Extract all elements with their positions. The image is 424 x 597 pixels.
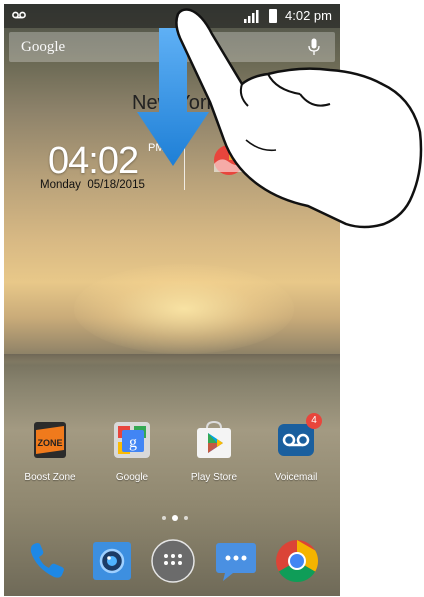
pointing-hand-icon xyxy=(175,8,423,229)
app-voicemail[interactable]: 4 Voicemail xyxy=(256,413,336,483)
search-label: Google xyxy=(21,39,66,55)
messaging-icon[interactable] xyxy=(213,538,259,584)
camera-icon[interactable] xyxy=(89,538,135,584)
app-google-folder[interactable]: g Google xyxy=(92,420,172,483)
play-store-icon xyxy=(194,420,234,460)
app-label: Play Store xyxy=(190,472,238,483)
app-label: Voicemail xyxy=(274,472,318,483)
app-label: Google xyxy=(115,472,149,483)
page-indicator xyxy=(156,514,196,522)
app-drawer-icon[interactable] xyxy=(150,538,196,584)
clock-time[interactable]: 04:02 xyxy=(48,140,139,183)
clock-day: Monday xyxy=(40,179,81,191)
app-label: Boost Zone xyxy=(24,472,76,483)
chrome-icon[interactable] xyxy=(274,538,320,584)
boost-tile-text: ZONE xyxy=(37,438,62,448)
clock-date: Monday 05/18/2015 xyxy=(40,179,145,191)
notification-badge: 4 xyxy=(306,413,322,429)
wallpaper-sun-glow xyxy=(74,264,294,354)
google-folder-icon: g xyxy=(112,420,152,460)
app-boost-zone[interactable]: ZONE Boost Zone xyxy=(10,420,90,483)
page-dot xyxy=(184,516,188,520)
clock-date-value: 05/18/2015 xyxy=(87,179,145,191)
dock xyxy=(4,532,340,596)
page-dot-active xyxy=(172,515,178,521)
phone-icon[interactable] xyxy=(24,538,70,584)
google-tile-text: g xyxy=(129,434,137,451)
page-dot xyxy=(162,516,166,520)
app-play-store[interactable]: Play Store xyxy=(174,420,254,483)
wallpaper-horizon xyxy=(4,354,340,362)
boost-zone-icon: ZONE xyxy=(30,420,70,460)
voicemail-icon: 4 xyxy=(276,413,322,460)
voicemail-status-icon xyxy=(12,11,26,19)
